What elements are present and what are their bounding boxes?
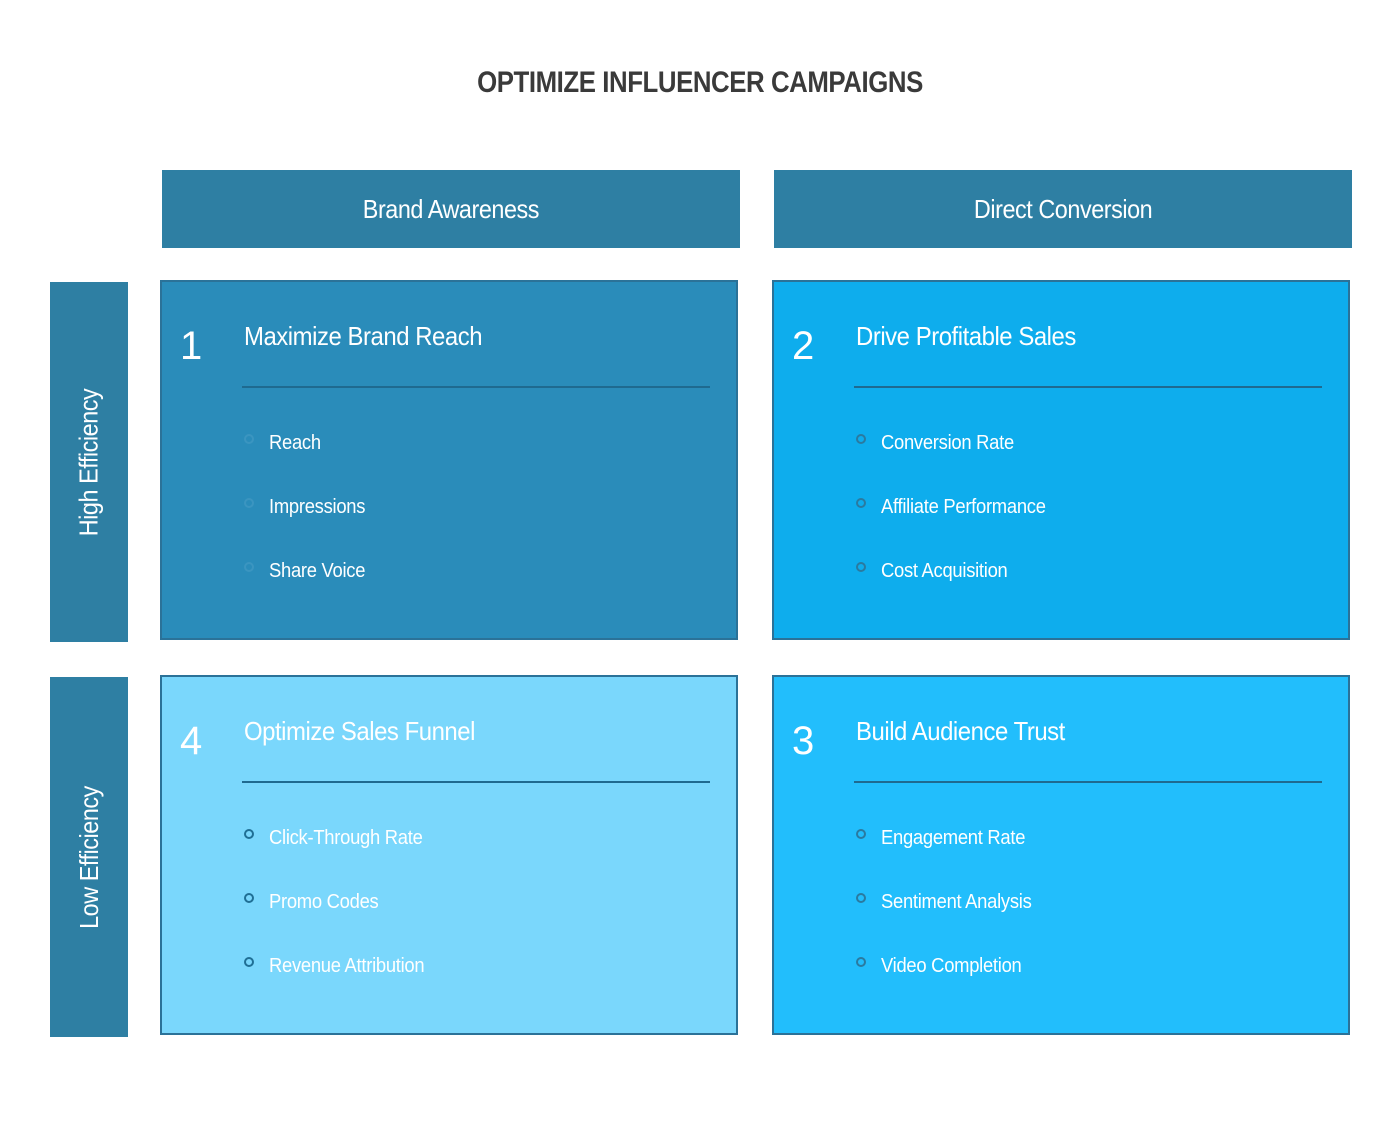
- metric-label: Click-Through Rate: [269, 827, 423, 849]
- metric-list: Reach Impressions Share Voice: [244, 428, 374, 620]
- column-header-label: Direct Conversion: [973, 193, 1153, 224]
- metric-label: Sentiment Analysis: [881, 891, 1032, 913]
- quadrant-divider: [854, 781, 1322, 783]
- column-header-brand-awareness: Brand Awareness: [162, 170, 740, 248]
- quadrant-divider: [242, 386, 710, 388]
- bullet-circle-icon: [244, 957, 254, 967]
- metric-label: Affiliate Performance: [881, 496, 1046, 518]
- quadrant-title: Maximize Brand Reach: [244, 321, 483, 351]
- row-header-low-efficiency: Low Efficiency: [50, 677, 128, 1037]
- row-header-label: High Efficiency: [73, 388, 104, 536]
- metric-label: Revenue Attribution: [269, 955, 425, 977]
- bullet-circle-icon: [856, 498, 866, 508]
- list-item: Promo Codes: [244, 887, 438, 951]
- list-item: Conversion Rate: [856, 428, 1060, 492]
- bullet-circle-icon: [856, 957, 866, 967]
- quadrant-number: 4: [180, 719, 203, 763]
- metric-label: Promo Codes: [269, 891, 379, 913]
- list-item: Share Voice: [244, 556, 374, 620]
- bullet-circle-icon: [856, 562, 866, 572]
- metric-list: Conversion Rate Affiliate Performance Co…: [856, 428, 1060, 620]
- quadrant-drive-profitable-sales: 2 Drive Profitable Sales Conversion Rate…: [772, 280, 1350, 640]
- quadrant-title: Drive Profitable Sales: [856, 321, 1076, 351]
- bullet-circle-icon: [244, 893, 254, 903]
- quadrant-divider: [242, 781, 710, 783]
- list-item: Revenue Attribution: [244, 951, 438, 1015]
- quadrant-optimize-sales-funnel: 4 Optimize Sales Funnel Click-Through Ra…: [160, 675, 738, 1035]
- list-item: Impressions: [244, 492, 374, 556]
- bullet-circle-icon: [244, 498, 254, 508]
- metric-list: Engagement Rate Sentiment Analysis Video…: [856, 823, 1045, 1015]
- bullet-circle-icon: [856, 893, 866, 903]
- row-header-label: Low Efficiency: [73, 785, 104, 929]
- bullet-circle-icon: [244, 562, 254, 572]
- list-item: Sentiment Analysis: [856, 887, 1045, 951]
- bullet-circle-icon: [244, 829, 254, 839]
- quadrant-title: Optimize Sales Funnel: [244, 716, 475, 746]
- list-item: Click-Through Rate: [244, 823, 438, 887]
- metric-label: Engagement Rate: [881, 827, 1026, 849]
- metric-list: Click-Through Rate Promo Codes Revenue A…: [244, 823, 438, 1015]
- list-item: Cost Acquisition: [856, 556, 1060, 620]
- page-title: OPTIMIZE INFLUENCER CAMPAIGNS: [477, 66, 923, 99]
- quadrant-number: 2: [792, 324, 815, 368]
- quadrant-title: Build Audience Trust: [856, 716, 1065, 746]
- quadrant-number: 3: [792, 719, 815, 763]
- bullet-circle-icon: [244, 434, 254, 444]
- metric-label: Share Voice: [269, 560, 366, 582]
- metric-label: Cost Acquisition: [881, 560, 1008, 582]
- list-item: Affiliate Performance: [856, 492, 1060, 556]
- column-header-direct-conversion: Direct Conversion: [774, 170, 1352, 248]
- quadrant-divider: [854, 386, 1322, 388]
- list-item: Video Completion: [856, 951, 1045, 1015]
- bullet-circle-icon: [856, 434, 866, 444]
- list-item: Reach: [244, 428, 374, 492]
- metric-label: Video Completion: [881, 955, 1022, 977]
- column-header-label: Brand Awareness: [362, 193, 540, 224]
- metric-label: Reach: [269, 432, 321, 454]
- quadrant-number: 1: [180, 324, 203, 368]
- quadrant-maximize-brand-reach: 1 Maximize Brand Reach Reach Impressions…: [160, 280, 738, 640]
- list-item: Engagement Rate: [856, 823, 1045, 887]
- row-header-high-efficiency: High Efficiency: [50, 282, 128, 642]
- metric-label: Conversion Rate: [881, 432, 1014, 454]
- metric-label: Impressions: [269, 496, 366, 518]
- bullet-circle-icon: [856, 829, 866, 839]
- quadrant-build-audience-trust: 3 Build Audience Trust Engagement Rate S…: [772, 675, 1350, 1035]
